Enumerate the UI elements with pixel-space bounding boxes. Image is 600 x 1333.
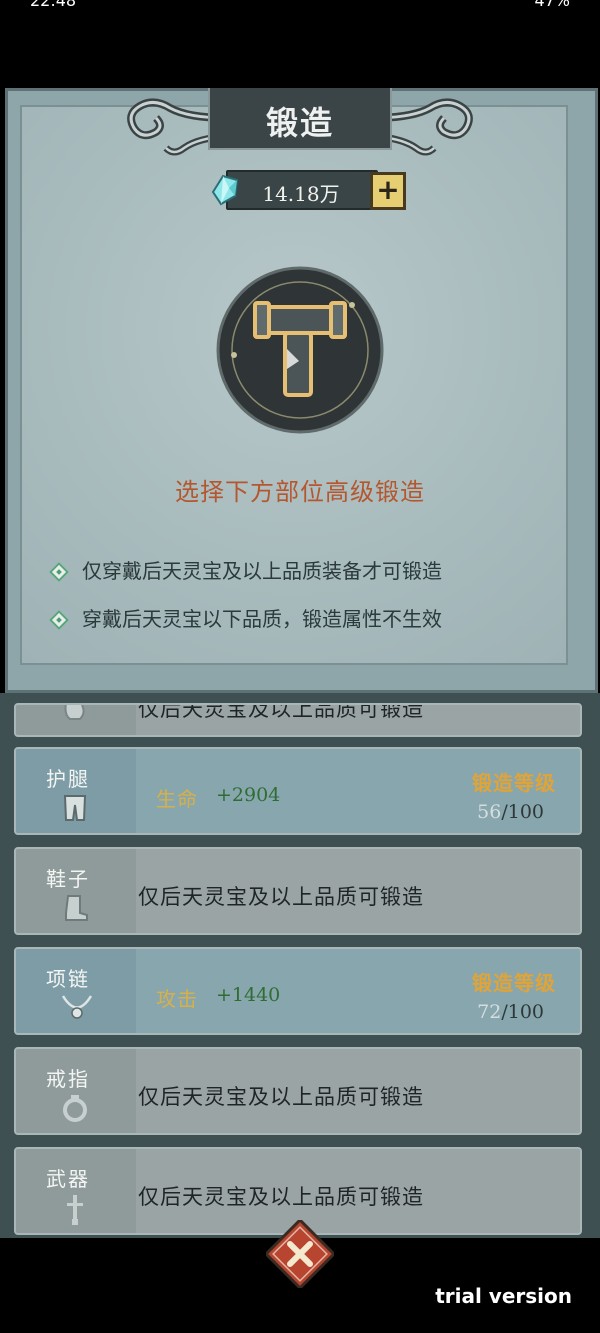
necklace-icon [61, 995, 93, 1019]
stat-value: +2904 [216, 784, 281, 806]
slot-card-boots[interactable]: 鞋子 仅后天灵宝及以上品质可锻造 [14, 847, 582, 935]
stat-value: +1440 [216, 984, 281, 1006]
rule-text: 穿戴后天灵宝以下品质，锻造属性不生效 [82, 607, 442, 631]
forge-level-current: 72 [477, 1001, 502, 1023]
rule-text: 仅穿戴后天灵宝及以上品质装备才可锻造 [82, 559, 442, 583]
slot-name: 戒指 [46, 1067, 90, 1091]
slot-card-glove[interactable]: 仅后天灵宝及以上品质可锻造 [14, 703, 582, 737]
stat-name: 攻击 [156, 987, 198, 1011]
forge-level-label: 锻造等级 [472, 771, 556, 795]
status-time: 22:48 [30, 0, 77, 10]
forge-rule-1: 仅穿戴后天灵宝及以上品质装备才可锻造 [49, 555, 442, 584]
slot-name: 护腿 [46, 767, 90, 791]
add-currency-button[interactable]: + [370, 172, 406, 210]
slot-locked-text: 仅后天灵宝及以上品质可锻造 [138, 885, 424, 909]
slot-locked-text: 仅后天灵宝及以上品质可锻造 [138, 703, 424, 721]
boot-icon [65, 895, 88, 921]
leggings-icon [63, 795, 87, 821]
ring-icon [63, 1095, 87, 1122]
forge-level-value: 72/100 [477, 1001, 544, 1023]
diamond-bullet-icon [49, 610, 69, 630]
crystal-icon [211, 174, 239, 206]
slot-name: 武器 [46, 1167, 90, 1191]
stat-name: 生命 [156, 787, 198, 811]
title-banner: 锻造 [208, 88, 392, 150]
forge-level-max: /100 [501, 1001, 544, 1023]
watermark: trial version [435, 1284, 572, 1308]
slot-locked-text: 仅后天灵宝及以上品质可锻造 [138, 1085, 424, 1109]
status-battery: 47% [534, 0, 570, 10]
slot-name: 鞋子 [46, 867, 90, 891]
forge-level-max: /100 [501, 801, 544, 823]
status-bar: 22:48 47% [0, 0, 600, 10]
diamond-bullet-icon [49, 562, 69, 582]
forge-level-value: 56/100 [477, 801, 544, 823]
currency-value: 14.18万 [262, 182, 340, 206]
slot-card-leggings[interactable]: 护腿 生命 +2904 锻造等级 56/100 [14, 747, 582, 835]
slot-card-necklace[interactable]: 项链 攻击 +1440 锻造等级 72/100 [14, 947, 582, 1035]
forge-level-label: 锻造等级 [472, 971, 556, 995]
page-title: 锻造 [265, 104, 334, 142]
slot-name: 项链 [46, 967, 90, 991]
forge-level-current: 56 [477, 801, 502, 823]
forge-hammer-emblem [216, 266, 384, 434]
slot-card-ring[interactable]: 戒指 仅后天灵宝及以上品质可锻造 [14, 1047, 582, 1135]
glove-icon [64, 705, 85, 720]
sword-icon [67, 1195, 83, 1225]
close-button[interactable] [266, 1220, 334, 1288]
forge-rule-2: 穿戴后天灵宝以下品质，锻造属性不生效 [49, 603, 442, 632]
slot-locked-text: 仅后天灵宝及以上品质可锻造 [138, 1185, 424, 1209]
forge-caption: 选择下方部位高级锻造 [175, 478, 425, 506]
